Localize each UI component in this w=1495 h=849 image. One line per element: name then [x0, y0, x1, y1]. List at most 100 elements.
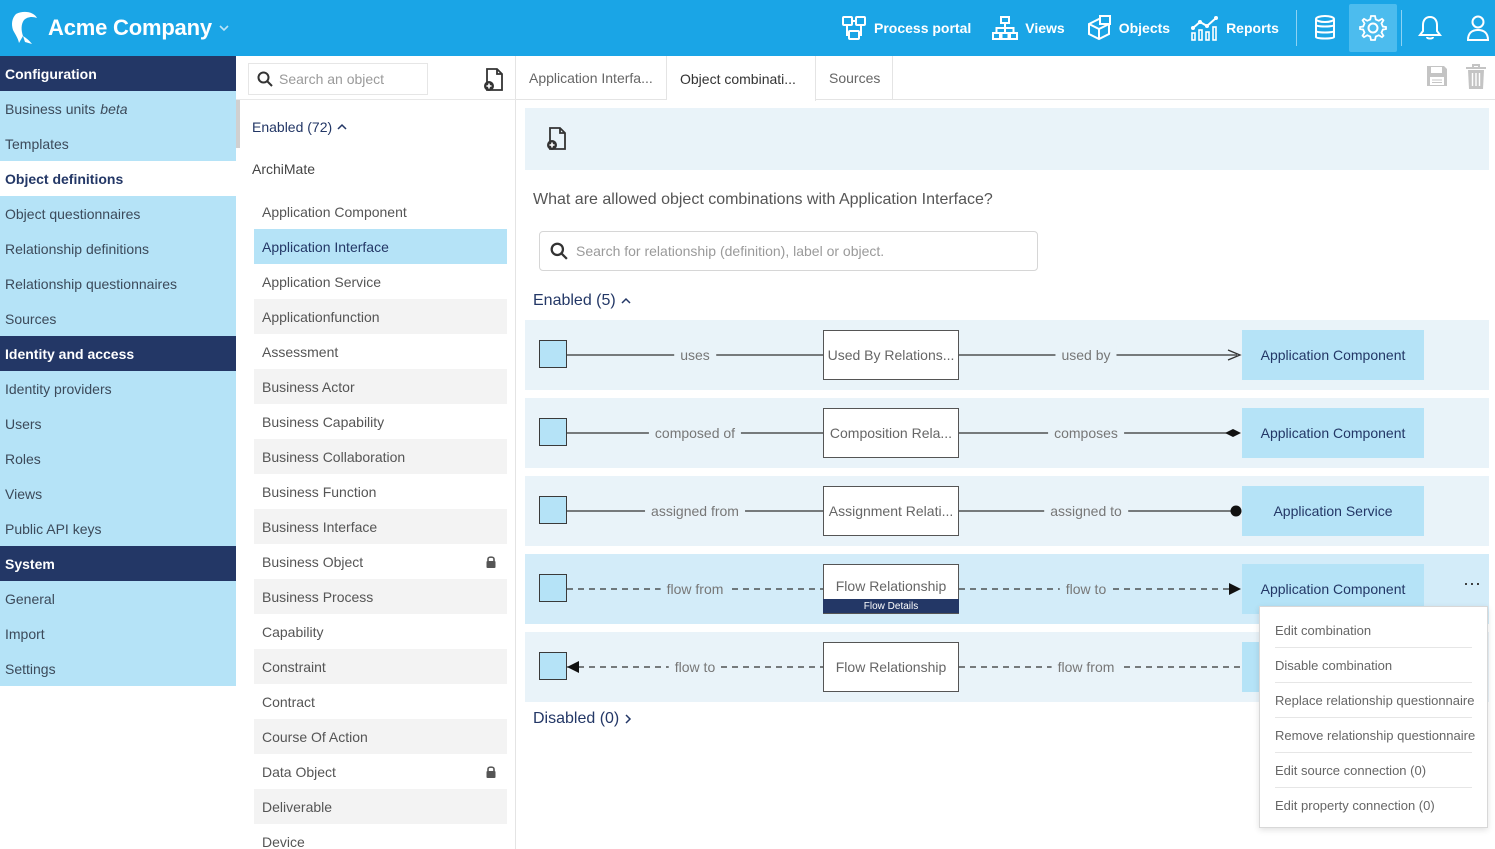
target-object-box[interactable]: Application Component: [1242, 330, 1424, 380]
object-list-item[interactable]: Course Of Action: [254, 719, 507, 754]
object-list-item-label: Application Interface: [262, 238, 389, 255]
more-options-icon[interactable]: ⋯: [1463, 574, 1482, 595]
sidebar-item-identity-providers[interactable]: Identity providers: [0, 371, 236, 406]
tab-sources[interactable]: Sources: [816, 56, 893, 100]
enabled-objects-label: Enabled (72): [252, 119, 333, 135]
target-object-box[interactable]: Application Service: [1242, 486, 1424, 536]
add-object-icon[interactable]: [482, 67, 506, 93]
user-button[interactable]: [1454, 4, 1495, 52]
divider: [1296, 10, 1297, 46]
notifications-button[interactable]: [1406, 4, 1454, 52]
search-icon: [257, 71, 273, 87]
chevron-right-icon: [625, 714, 632, 724]
object-list-item[interactable]: Business Process: [254, 579, 507, 614]
relationship-details-tag[interactable]: Flow Details: [823, 599, 959, 613]
save-button[interactable]: [1425, 64, 1449, 93]
nav-views[interactable]: Views: [991, 14, 1065, 42]
menu-disable-combination[interactable]: Disable combination: [1275, 648, 1472, 683]
enabled-combinations-toggle[interactable]: Enabled (5): [533, 292, 632, 310]
object-list-item-label: Business Actor: [262, 378, 355, 395]
sidebar-item-settings[interactable]: Settings: [0, 651, 236, 686]
target-object-box[interactable]: Application Component: [1242, 408, 1424, 458]
object-list-item[interactable]: Constraint: [254, 649, 507, 684]
object-search[interactable]: [248, 63, 428, 95]
object-list-item[interactable]: Business Actor: [254, 369, 507, 404]
relationship-search[interactable]: [539, 231, 1038, 271]
sidebar-item-sources[interactable]: Sources: [0, 301, 236, 336]
object-search-input[interactable]: [279, 71, 419, 87]
object-list-item[interactable]: Application Service: [254, 264, 507, 299]
relationship-box[interactable]: Composition Rela...: [823, 408, 959, 458]
scrollbar-thumb[interactable]: [236, 100, 240, 148]
menu-replace-questionnaire[interactable]: Replace relationship questionnaire: [1275, 683, 1474, 718]
object-list-item-label: Assessment: [262, 343, 339, 360]
object-list-item[interactable]: Business Function: [254, 474, 507, 509]
relationship-box[interactable]: Flow Relationship: [823, 642, 959, 692]
source-object-box: [539, 652, 567, 680]
nav-objects[interactable]: Objects: [1085, 14, 1170, 42]
object-list-item[interactable]: Business Collaboration: [254, 439, 507, 474]
object-list-item[interactable]: Application Interface: [254, 229, 507, 264]
combination-row[interactable]: assigned from assigned to Assignment Relat…: [525, 476, 1489, 546]
menu-edit-property-connection[interactable]: Edit property connection (0): [1275, 788, 1472, 823]
sidebar-item-public-api-keys[interactable]: Public API keys: [0, 511, 236, 546]
sidebar-item-import[interactable]: Import: [0, 616, 236, 651]
sidebar-item-templates[interactable]: Templates: [0, 126, 236, 161]
object-list-item[interactable]: Business Capability: [254, 404, 507, 439]
object-list-item[interactable]: Business Interface: [254, 509, 507, 544]
sidebar-item-relationship-questionnaires[interactable]: Relationship questionnaires: [0, 266, 236, 301]
object-list-item-label: Data Object: [262, 763, 336, 780]
target-role-label: flow to: [1059, 579, 1113, 599]
object-list-item[interactable]: Application Component: [254, 194, 507, 229]
combination-row[interactable]: composed of composes Composition Rela... Ap…: [525, 398, 1489, 468]
disabled-combinations-toggle[interactable]: Disabled (0): [533, 710, 633, 728]
object-list-item[interactable]: Business Object: [254, 544, 507, 579]
object-list-item[interactable]: Contract: [254, 684, 507, 719]
menu-edit-source-connection[interactable]: Edit source connection (0): [1275, 753, 1472, 788]
object-list-item-label: Device: [262, 833, 305, 849]
search-icon: [550, 242, 568, 260]
object-list-item[interactable]: Assessment: [254, 334, 507, 369]
object-list-item[interactable]: Device: [254, 824, 507, 849]
combination-row[interactable]: uses used by Used By Relations... Applicati…: [525, 320, 1489, 390]
sidebar-section-configuration: Configuration: [0, 56, 236, 91]
object-group-title: ArchiMate: [252, 161, 316, 177]
object-list-item-label: Capability: [262, 623, 324, 640]
sidebar-item-users[interactable]: Users: [0, 406, 236, 441]
settings-button[interactable]: [1349, 4, 1397, 52]
menu-edit-combination[interactable]: Edit combination: [1275, 613, 1472, 648]
object-list-item-label: Business Collaboration: [262, 448, 406, 465]
tab-application-interface[interactable]: Application Interfa...: [516, 56, 667, 100]
object-list-item[interactable]: Data Object: [254, 754, 507, 789]
brand[interactable]: Acme Company: [10, 8, 230, 48]
chevron-up-icon: [621, 297, 631, 304]
menu-remove-questionnaire[interactable]: Remove relationship questionnaire: [1275, 718, 1475, 753]
sidebar-item-object-definitions[interactable]: Object definitions: [0, 161, 236, 196]
relationship-search-input[interactable]: [576, 243, 1016, 259]
object-list-item[interactable]: Capability: [254, 614, 507, 649]
tab-object-combinations[interactable]: Object combinati...: [667, 56, 816, 101]
relationship-box[interactable]: Assignment Relati...: [823, 486, 959, 536]
sidebar-item-relationship-definitions[interactable]: Relationship definitions: [0, 231, 236, 266]
sidebar-item-object-questionnaires[interactable]: Object questionnaires: [0, 196, 236, 231]
object-list-item[interactable]: Deliverable: [254, 789, 507, 824]
chevron-down-icon[interactable]: [218, 22, 230, 34]
database-button[interactable]: [1301, 4, 1349, 52]
delete-button[interactable]: [1465, 64, 1487, 93]
nav-process-portal[interactable]: Process portal: [840, 14, 971, 42]
relationship-box[interactable]: Used By Relations...: [823, 330, 959, 380]
object-list-item[interactable]: Applicationfunction: [254, 299, 507, 334]
source-role-label: flow to: [668, 657, 722, 677]
sidebar-item-general[interactable]: General: [0, 581, 236, 616]
object-list-item-label: Business Interface: [262, 518, 378, 535]
add-combination-icon[interactable]: [545, 126, 569, 152]
lock-icon: [486, 765, 496, 778]
nav-label: Objects: [1118, 20, 1171, 36]
nav-label: Process portal: [874, 20, 972, 36]
sidebar-item-views[interactable]: Views: [0, 476, 236, 511]
sidebar-item-roles[interactable]: Roles: [0, 441, 236, 476]
sidebar-item-business-units[interactable]: Business units beta: [0, 91, 236, 126]
nav-reports[interactable]: Reports: [1190, 14, 1279, 42]
enabled-objects-toggle[interactable]: Enabled (72): [252, 119, 348, 135]
reports-icon: [1191, 16, 1219, 41]
